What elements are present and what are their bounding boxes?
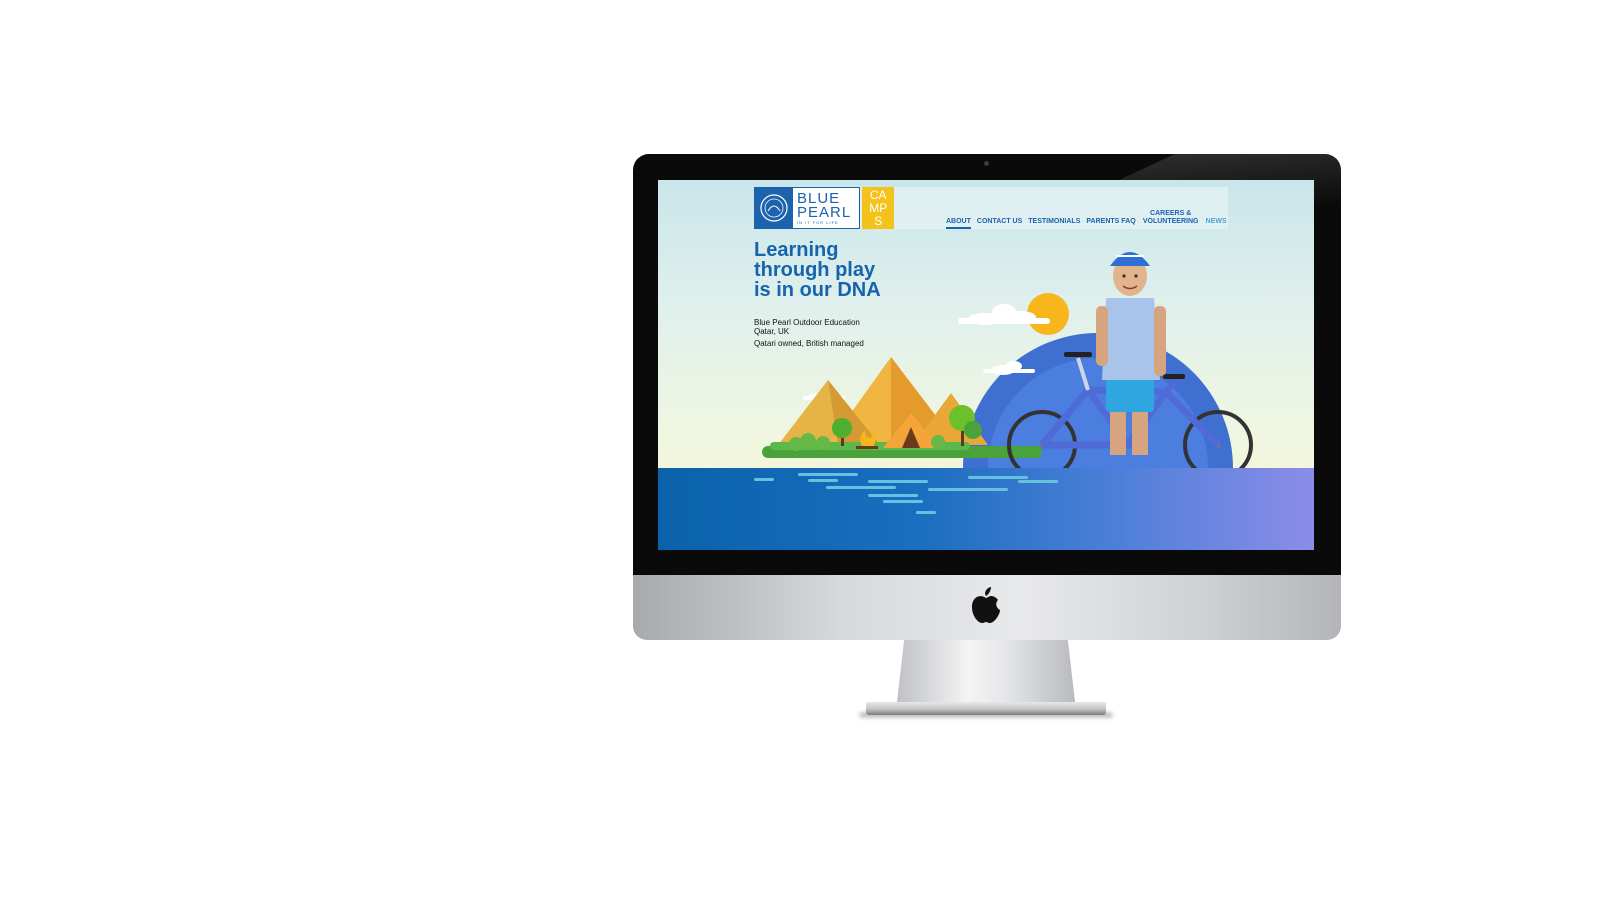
nav-parents-faq[interactable]: PARENTS FAQ xyxy=(1086,218,1135,229)
main-nav: ABOUT CONTACT US TESTIMONIALS PARENTS FA… xyxy=(946,210,1227,229)
nav-testimonials[interactable]: TESTIMONIALS xyxy=(1028,218,1080,229)
hero-sub-line-1: Blue Pearl Outdoor Education Qatar, UK xyxy=(754,318,860,336)
site-logo[interactable]: BLUE PEARL IN IT FOR LIFE CA MP S xyxy=(754,187,894,229)
pearl-seal-icon xyxy=(755,187,793,229)
apple-logo-icon xyxy=(972,587,1000,623)
logo-word-pearl: PEARL xyxy=(797,203,852,221)
hero-title-line-3: is in our DNA xyxy=(754,279,881,301)
hero-title: Learning through play is in our DNA xyxy=(754,240,934,300)
hero-sub-line-2: Qatari owned, British managed xyxy=(754,339,864,348)
water-ripples xyxy=(754,473,1058,514)
website-screen: BLUE PEARL IN IT FOR LIFE CA MP S ABOUT … xyxy=(658,180,1314,550)
nav-careers-volunteering[interactable]: CAREERS & VOLUNTEERING xyxy=(1142,210,1200,229)
blue-pearl-logo: BLUE PEARL IN IT FOR LIFE xyxy=(754,187,861,229)
nav-news[interactable]: NEWS xyxy=(1206,218,1227,229)
nav-contact-us[interactable]: CONTACT US xyxy=(977,218,1022,229)
hero-title-line-1: Learning xyxy=(754,239,839,261)
hero-title-line-2: through play xyxy=(754,259,876,281)
camps-line-3: S xyxy=(874,214,883,228)
imac-stand-neck xyxy=(897,640,1075,702)
nav-about[interactable]: ABOUT xyxy=(946,218,971,229)
stand-shadow xyxy=(860,713,1112,717)
camps-badge: CA MP S xyxy=(862,187,894,229)
hero-subtitle: Blue Pearl Outdoor Education Qatar, UK Q… xyxy=(754,318,874,351)
webcam xyxy=(984,161,989,166)
